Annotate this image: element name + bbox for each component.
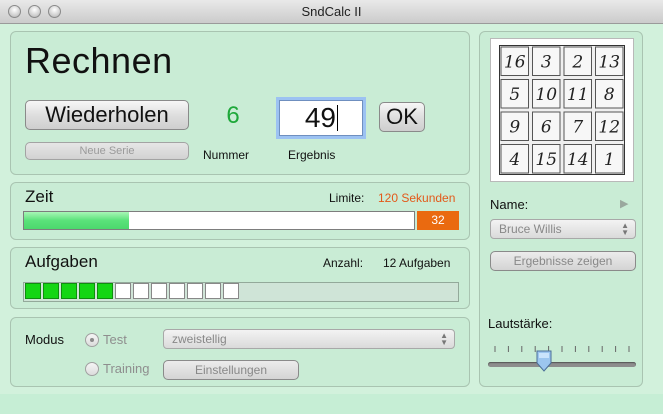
volume-slider-track[interactable]: [488, 362, 636, 367]
task-cell: [97, 283, 113, 299]
magic-square-number: 15: [535, 150, 557, 170]
time-title: Zeit: [25, 187, 54, 206]
volume-tick-marks: [494, 346, 630, 352]
play-triangle-icon[interactable]: ▶: [620, 197, 628, 210]
mode-panel: Modus Test Training zweistellig ▲ ▼ Einst…: [10, 317, 470, 387]
mode-test-radio[interactable]: [85, 333, 99, 347]
magic-square-number: 2: [571, 52, 583, 72]
task-cell: [79, 283, 95, 299]
calculation-panel: Rechnen Wiederholen Neue Serie 6 Nummer …: [10, 31, 470, 175]
task-cell: [25, 283, 41, 299]
mode-label: Modus: [25, 332, 65, 347]
result-label: Ergebnis: [288, 148, 336, 162]
ok-button[interactable]: OK: [379, 102, 425, 132]
task-cell: [43, 283, 59, 299]
app-window: SndCalc II Rechnen Wiederholen Neue Seri…: [0, 0, 663, 414]
new-series-button[interactable]: Neue Serie: [25, 142, 189, 160]
task-cell: [61, 283, 77, 299]
elapsed-seconds-counter: 32: [417, 211, 459, 230]
magic-square-number: 7: [572, 117, 583, 137]
title-bar: SndCalc II: [0, 0, 663, 24]
task-cell: [115, 283, 131, 299]
task-cell: [151, 283, 167, 299]
name-label: Name:: [490, 197, 529, 212]
difficulty-select[interactable]: zweistellig ▲ ▼: [163, 329, 455, 349]
magic-square-image: 16 3 2 13 5 10 11 8 9 6 7 12 4 15 14 1: [490, 38, 634, 182]
task-cell: [205, 283, 221, 299]
settings-button[interactable]: Einstellungen: [163, 360, 299, 380]
magic-square-number: 16: [504, 52, 526, 72]
volume-label: Lautstärke:: [488, 316, 553, 331]
difficulty-select-value: zweistellig: [172, 332, 227, 346]
magic-square-number: 4: [508, 150, 520, 170]
time-progress-fill: [24, 212, 130, 229]
magic-square-number: 3: [541, 52, 552, 72]
task-cell: [187, 283, 203, 299]
result-input[interactable]: 49: [279, 100, 363, 136]
task-number-label: Nummer: [203, 148, 250, 162]
show-results-button[interactable]: Ergebnisse zeigen: [490, 251, 636, 271]
repeat-button[interactable]: Wiederholen: [25, 100, 189, 130]
magic-square-number: 8: [604, 85, 615, 105]
select-arrows-icon: ▲ ▼: [440, 331, 448, 347]
volume-slider-knob[interactable]: [536, 350, 552, 372]
name-select[interactable]: Bruce Willis ▲ ▼: [490, 219, 636, 239]
time-progress-bar: [23, 211, 415, 230]
task-progress-cells: [25, 283, 241, 299]
time-panel: Zeit Limite: 120 Sekunden 32: [10, 182, 470, 240]
name-select-value: Bruce Willis: [499, 222, 562, 236]
magic-square-drawing: 16 3 2 13 5 10 11 8 9 6 7 12 4 15 14 1: [499, 45, 625, 175]
task-cell: [169, 283, 185, 299]
tasks-title: Aufgaben: [25, 252, 98, 271]
text-caret: [337, 105, 338, 131]
magic-square-number: 6: [541, 117, 552, 137]
task-cell: [223, 283, 239, 299]
magic-square-number: 1: [604, 150, 615, 170]
magic-square-number: 12: [598, 117, 620, 137]
task-count-value: 12 Aufgaben: [383, 256, 451, 270]
task-number-value: 6: [226, 102, 240, 129]
magic-square-number: 11: [567, 85, 589, 105]
task-cell: [133, 283, 149, 299]
magic-square-number: 10: [535, 85, 557, 105]
tasks-panel: Aufgaben Anzahl: 12 Aufgaben: [10, 247, 470, 309]
magic-square-number: 14: [567, 150, 589, 170]
magic-square-number: 9: [509, 117, 520, 137]
side-panel: 16 3 2 13 5 10 11 8 9 6 7 12 4 15 14 1 Name: ▶ Bruce Wi…: [479, 31, 643, 387]
window-title: SndCalc II: [301, 4, 362, 19]
task-count-label: Anzahl:: [323, 256, 364, 270]
window-bottom-strip: [0, 394, 663, 414]
mode-training-label[interactable]: Training: [103, 361, 149, 376]
mode-test-label[interactable]: Test: [103, 332, 127, 347]
calculation-title: Rechnen: [25, 40, 173, 81]
magic-square-number: 13: [598, 52, 620, 72]
limit-label: Limite:: [329, 191, 365, 205]
select-arrows-icon: ▲ ▼: [621, 221, 629, 237]
magic-square-number: 5: [509, 85, 520, 105]
mode-training-radio[interactable]: [85, 362, 99, 376]
limit-value: 120 Sekunden: [378, 191, 456, 205]
